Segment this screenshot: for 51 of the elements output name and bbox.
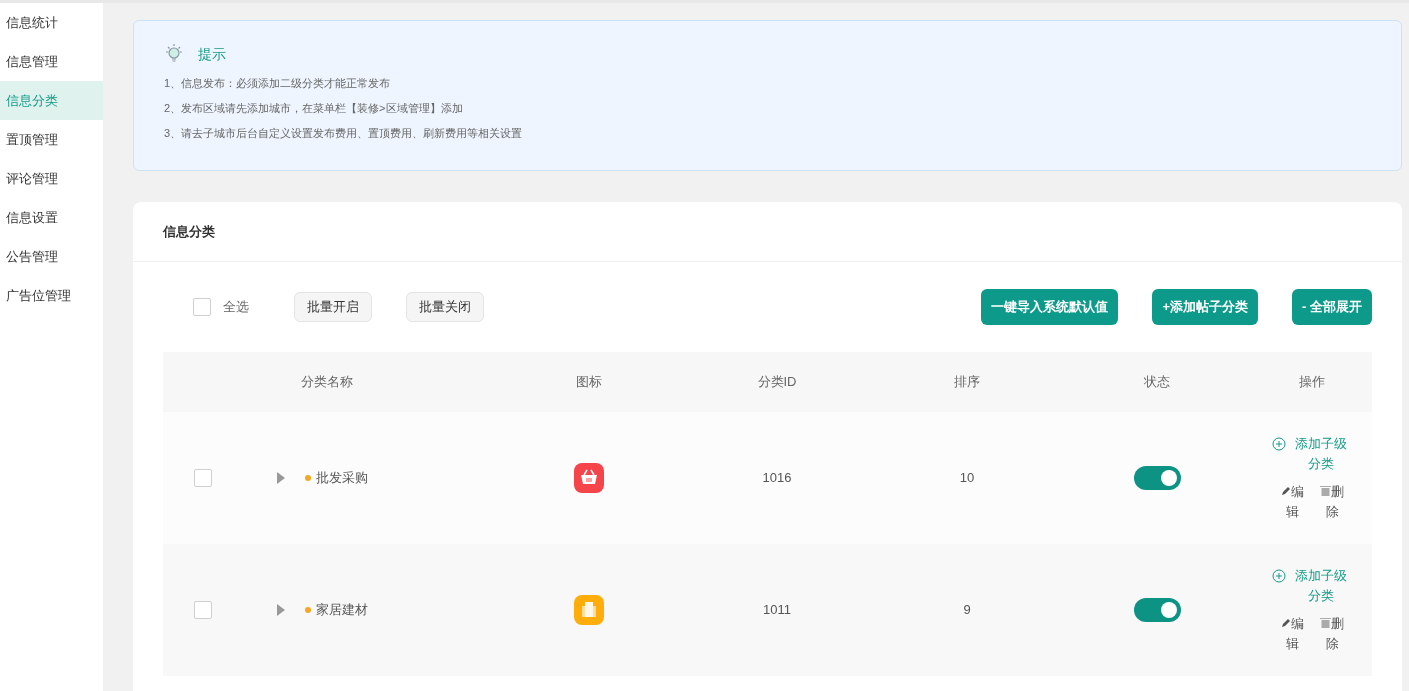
delete-link[interactable]: 删除 [1318,482,1346,522]
edit-link[interactable]: 编辑 [1278,482,1306,522]
select-all-label: 全选 [223,298,249,317]
column-header: 图标 [576,373,602,392]
expand-arrow-icon[interactable] [277,604,285,616]
plus-circle-icon [1272,437,1286,451]
sidebar-item[interactable]: 公告管理 [0,237,103,276]
row-checkbox[interactable] [194,469,212,487]
edit-link[interactable]: 编辑 [1278,614,1306,654]
tip-text: 2、发布区域请先添加城市，在菜单栏【装修>区域管理】添加 [164,101,464,116]
action-button[interactable]: +添加帖子分类 [1152,289,1259,325]
tip-text: 1、信息发布：必须添加二级分类才能正常发布 [164,76,392,91]
pencil-icon [1280,486,1291,496]
sort-order: 9 [963,601,971,620]
basket-icon [574,463,604,493]
column-header: 分类ID [757,373,797,392]
expand-arrow-icon[interactable] [277,472,285,484]
category-name: 批发采购 [316,469,368,488]
row-checkbox[interactable] [194,601,212,619]
column-header: 操作 [1299,373,1325,392]
panel-title: 信息分类 [163,222,215,241]
tip-text: 3、请去子城市后台自定义设置发布费用、置顶费用、刷新费用等相关设置 [164,126,524,141]
column-header: 分类名称 [301,373,353,392]
category-name: 家居建材 [316,601,368,620]
trash-icon [1320,617,1331,628]
status-toggle[interactable] [1133,466,1181,490]
column-header: 排序 [954,373,980,392]
sidebar-item[interactable]: 信息管理 [0,42,103,81]
tips-title: 提示 [198,44,226,64]
action-button[interactable]: - 全部展开 [1292,289,1372,325]
plus-circle-icon [1272,569,1286,583]
lightbulb-icon [164,43,184,65]
add-subcategory-link[interactable]: 添加子级分类 [1272,434,1352,474]
column-header: 状态 [1144,373,1170,392]
category-id: 1011 [763,601,791,620]
sidebar-item[interactable]: 信息设置 [0,198,103,237]
building-icon [574,595,604,625]
sidebar-item[interactable]: 信息统计 [0,3,103,42]
sidebar-item[interactable]: 置顶管理 [0,120,103,159]
status-toggle[interactable] [1133,598,1181,622]
sort-order: 10 [959,469,975,488]
sidebar-item[interactable]: 广告位管理 [0,276,103,315]
batch-button[interactable]: 批量开启 [294,292,372,322]
batch-button[interactable]: 批量关闭 [406,292,484,322]
category-id: 1016 [762,469,792,488]
action-button[interactable]: 一键导入系统默认值 [981,289,1119,325]
select-all-checkbox[interactable] [193,298,211,316]
trash-icon [1320,485,1331,496]
sidebar-item[interactable]: 评论管理 [0,159,103,198]
delete-link[interactable]: 删除 [1318,614,1346,654]
pencil-icon [1280,618,1291,628]
